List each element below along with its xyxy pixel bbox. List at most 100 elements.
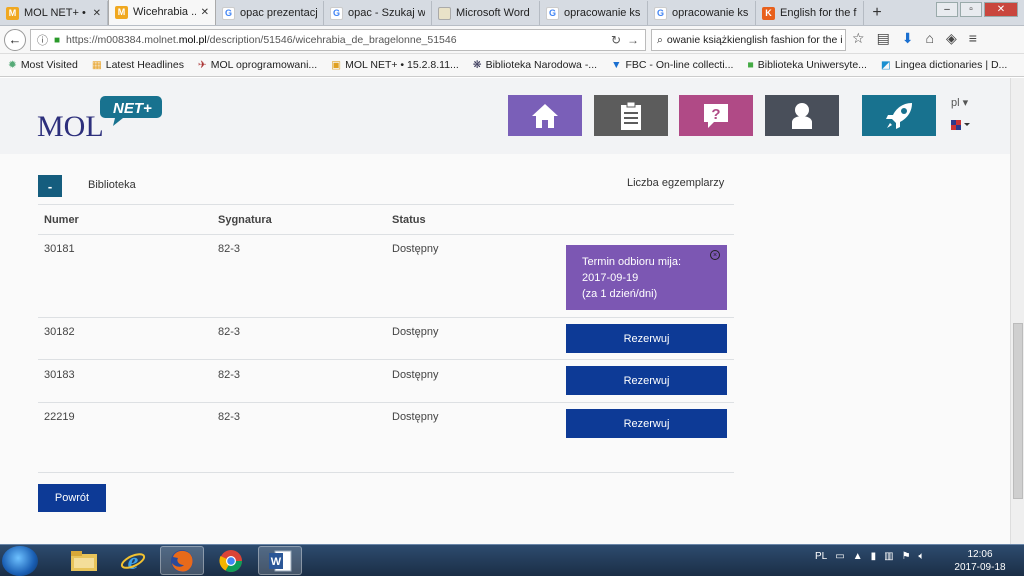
page-scrollbar[interactable] (1010, 78, 1024, 544)
tab-close-icon[interactable]: ✕ (201, 7, 209, 18)
explorer-icon[interactable] (62, 546, 106, 575)
table-cell-numer: 30183 (44, 369, 75, 381)
volume-icon[interactable]: 🔈︎ (919, 551, 925, 562)
close-circle-icon[interactable]: × (710, 250, 720, 260)
start-button[interactable] (2, 546, 38, 576)
tab-label: English for the f... (780, 7, 857, 19)
menu-icon[interactable]: ≡ (969, 30, 977, 47)
reading-list-icon[interactable]: ▤ (877, 30, 890, 47)
logo-badge-text: NET+ (113, 100, 152, 117)
home-icon[interactable]: ⌂ (926, 30, 934, 47)
bookmark-item[interactable]: ▣ MOL NET+ • 15.2.8.11... (331, 59, 459, 71)
reserve-button[interactable]: Rezerwuj (566, 366, 727, 395)
nav-rocket-button[interactable] (862, 95, 936, 136)
browser-tab[interactable]: G opac - Szukaj w ... (324, 1, 432, 25)
new-tab-button[interactable]: + (864, 1, 890, 25)
mol-favicon: M (6, 6, 19, 20)
bookmarks-bar: ✹ Most Visited ▦ Latest Headlines ✈ MOL opr… (0, 54, 1024, 77)
reserve-button[interactable]: Rezerwuj (566, 324, 727, 353)
bookmark-label: MOL oprogramowani... (210, 59, 318, 71)
nav-account-button[interactable] (594, 95, 668, 136)
url-text: https://m008384.molnet. (66, 34, 179, 46)
tab-close-icon[interactable]: ✕ (93, 8, 101, 19)
bookmark-item[interactable]: ◩ Lingea dictionaries | D... (881, 59, 1007, 71)
mol-favicon: M (115, 5, 128, 19)
network-icon[interactable]: ▥ (884, 551, 893, 562)
word-icon[interactable]: W (258, 546, 302, 575)
mol-net-logo[interactable]: NET+ MOL (37, 94, 167, 144)
bookmark-label: Biblioteka Narodowa -... (485, 59, 598, 71)
ie-icon[interactable]: e (111, 546, 155, 575)
url-path: /description/51546/wicehrabia_de_bragelo… (206, 34, 457, 46)
browser-tab[interactable]: G opracowanie ksi... (648, 1, 756, 25)
chrome-icon[interactable] (209, 546, 253, 575)
bookmark-item[interactable]: ▼ FBC - On-line collecti... (611, 59, 733, 71)
show-hidden-icons-icon[interactable]: ▲ (853, 551, 863, 562)
browser-tab[interactable]: M MOL NET+ • 15.... ✕ (0, 1, 108, 25)
bookmark-item[interactable]: ❋ Biblioteka Narodowa -... (473, 59, 597, 71)
nav-home-button[interactable] (508, 95, 582, 136)
lingea-icon: ◩ (880, 59, 891, 71)
bookmark-label: Most Visited (20, 59, 78, 71)
notice-text: Termin odbioru mija: (582, 256, 682, 268)
tab-label: opracowanie ksi... (672, 7, 749, 19)
library-icon: ■ (747, 59, 754, 71)
windows-taskbar: e W PL ▭ ▲ ▮ ▥ ⚑ 🔈︎ 12:06 2017-09-18 (0, 544, 1024, 576)
maximize-button[interactable]: ▫ (960, 2, 982, 17)
search-input[interactable]: owanie książkienglish fashion for the i (667, 34, 843, 46)
gear-icon: ✹ (8, 59, 17, 71)
system-tray: PL ▭ ▲ ▮ ▥ ⚑ 🔈︎ (815, 551, 925, 562)
pocket-icon[interactable]: ◈ (946, 30, 957, 47)
search-box[interactable]: ⌕ owanie książkienglish fashion for the … (651, 29, 846, 51)
keyboard-icon[interactable]: ▭ (835, 551, 844, 562)
firefox-icon[interactable] (160, 546, 204, 575)
divider (38, 402, 734, 403)
address-bar[interactable]: ⓘ ■ https://m008384.molnet.mol.pl/descri… (30, 29, 646, 51)
taskbar-clock[interactable]: 12:06 2017-09-18 (952, 548, 1008, 574)
browser-tab[interactable]: G opracowanie ksi... (540, 1, 648, 25)
browser-tab[interactable]: G opac prezentacj... (216, 1, 324, 25)
reserve-button[interactable]: Rezerwuj (566, 409, 727, 438)
bookmark-item[interactable]: ✈ MOL oprogramowani... (198, 59, 317, 71)
scrollbar-thumb[interactable] (1013, 323, 1023, 499)
clock-date: 2017-09-18 (954, 562, 1006, 573)
close-window-button[interactable]: ✕ (984, 2, 1018, 17)
browser-nav-bar: ← ⓘ ■ https://m008384.molnet.mol.pl/desc… (0, 26, 1024, 54)
pickup-deadline-notice: Termin odbioru mija: 2017-09-19 (za 1 dz… (566, 245, 727, 310)
download-icon[interactable]: ⬇ (902, 30, 914, 47)
back-button[interactable]: Powrót (38, 484, 106, 512)
info-icon[interactable]: ⓘ (37, 32, 48, 48)
flag-icon[interactable]: ⚑ (902, 551, 911, 562)
browser-tab[interactable]: Microsoft Word ... (432, 1, 540, 25)
toolbar-icons: ☆ ▤ ⬇ ⌂ ◈ ≡ (852, 30, 977, 47)
language-selector[interactable]: pl ▾ (951, 96, 968, 109)
tab-label: Microsoft Word ... (456, 7, 533, 19)
notice-days: (za 1 dzień/dni) (582, 288, 658, 300)
table-cell-sygnatura: 82-3 (218, 326, 241, 338)
nav-help-button[interactable]: ? (679, 95, 753, 136)
bookmark-item[interactable]: ▦ Latest Headlines (92, 59, 184, 71)
back-arrow-icon[interactable]: ← (4, 28, 26, 51)
browser-tab[interactable]: K English for the f... (756, 1, 864, 25)
table-cell-status: Dostępny (392, 326, 439, 338)
bookmark-star-icon[interactable]: ☆ (852, 30, 865, 47)
bookmark-label: MOL NET+ • 15.2.8.11... (345, 59, 459, 71)
home-icon (532, 103, 558, 128)
nav-user-button[interactable] (765, 95, 839, 136)
language-indicator[interactable]: PL (815, 551, 827, 562)
notice-date: 2017-09-19 (582, 272, 639, 284)
holdings-section: - Biblioteka Liczba egzemplarzy Numer Sy… (0, 154, 1010, 544)
flag-icon[interactable] (951, 120, 970, 131)
battery-icon[interactable]: ▮ (871, 551, 877, 562)
reload-icon[interactable]: ↻ (611, 33, 621, 47)
clipboard-icon (621, 101, 641, 130)
collapse-toggle-button[interactable]: - (38, 175, 62, 197)
column-header-sygnatura: Sygnatura (218, 214, 272, 226)
bookmark-item[interactable]: ■ Biblioteka Uniwersyte... (747, 59, 866, 71)
browser-tab-active[interactable]: M Wicehrabia ... ✕ (108, 0, 216, 25)
bookmark-label: Biblioteka Uniwersyte... (757, 59, 867, 71)
bookmark-item[interactable]: ✹ Most Visited (8, 59, 78, 71)
google-icon: G (330, 6, 343, 20)
forward-arrow-icon[interactable]: → (627, 33, 639, 47)
minimize-button[interactable]: – (936, 2, 958, 17)
